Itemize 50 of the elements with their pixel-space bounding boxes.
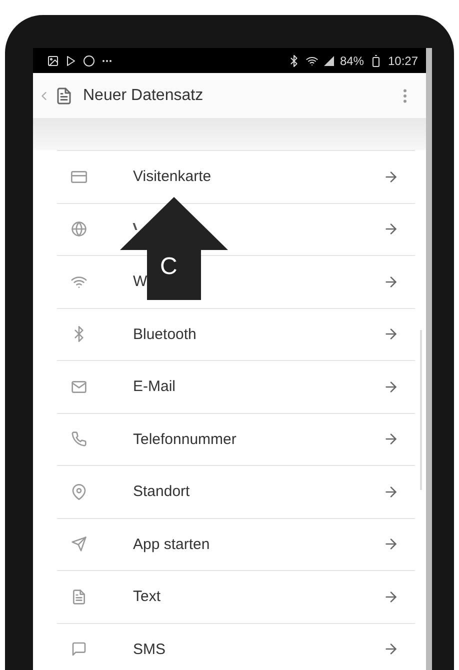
- item-label: W: [133, 273, 148, 290]
- arrow-right-icon: [383, 588, 399, 605]
- list-item[interactable]: E-Mail: [57, 360, 415, 412]
- gallery-icon: [47, 54, 59, 66]
- list-item[interactable]: App starten: [57, 518, 415, 570]
- play-icon: [65, 54, 77, 66]
- item-icon: [71, 536, 87, 552]
- item-label: Text: [133, 588, 162, 606]
- item-label: Visitenkarte: [133, 168, 212, 186]
- item-icon: [71, 168, 87, 185]
- arrow-right-icon: [383, 221, 399, 238]
- signal-icon: [324, 56, 334, 66]
- arrow-right-icon: [383, 326, 399, 342]
- item-label: Standort: [133, 483, 191, 500]
- arrow-right-icon: [383, 641, 399, 658]
- item-label: Bluetooth: [133, 326, 198, 343]
- page-title: Neuer Datensatz: [83, 86, 204, 104]
- bluetooth-icon: [288, 54, 300, 66]
- circle-icon: [83, 54, 95, 66]
- battery-icon: [370, 54, 382, 66]
- list-item[interactable]: SMS: [57, 622, 415, 670]
- wifi-icon: [306, 54, 318, 66]
- covered-text-fragment: [132, 222, 138, 230]
- arrow-right-icon: [383, 168, 399, 185]
- arrow-right-icon: [383, 431, 399, 448]
- arrow-right-icon: [383, 274, 399, 290]
- item-label: Telefonnummer: [133, 430, 238, 448]
- item-label: App starten: [133, 536, 211, 553]
- item-icon: [71, 378, 87, 395]
- list-item[interactable]: Telefonnummer: [57, 412, 415, 465]
- item-icon: [71, 431, 87, 448]
- arrow-right-icon: [383, 536, 399, 552]
- clock: 10:27: [388, 54, 418, 68]
- item-label: E-Mail: [133, 378, 177, 396]
- battery-percent: 84%: [340, 54, 364, 68]
- list-item[interactable]: Visitenkarte: [57, 150, 415, 202]
- item-label: SMS: [133, 640, 167, 658]
- callout-label: C: [160, 255, 178, 279]
- document-icon: [55, 86, 73, 104]
- item-icon: [71, 274, 87, 290]
- arrow-right-icon: [383, 484, 399, 500]
- list-item[interactable]: Bluetooth: [57, 308, 415, 360]
- up-arrow-icon: [120, 197, 228, 300]
- item-icon: [71, 221, 87, 238]
- list-item[interactable]: Standort: [57, 465, 415, 518]
- item-icon: [71, 484, 87, 500]
- item-icon: [71, 588, 87, 605]
- item-icon: [71, 641, 87, 658]
- arrow-right-icon: [383, 378, 399, 395]
- list-item[interactable]: Text: [57, 570, 415, 622]
